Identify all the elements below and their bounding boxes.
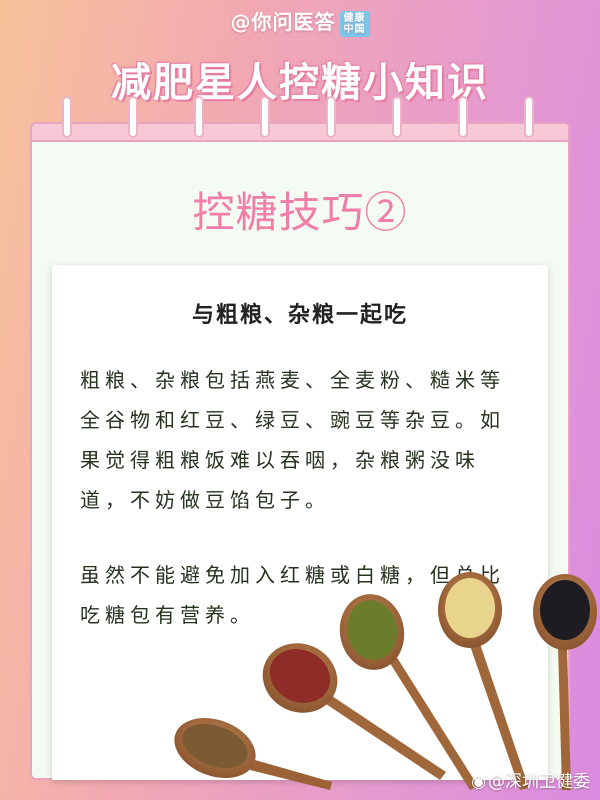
binder-ring bbox=[62, 96, 72, 138]
banner-title: 减肥星人控糖小知识 bbox=[111, 60, 489, 106]
health-china-badge: 健康中国 bbox=[339, 10, 370, 37]
source-credit: ◉ @深圳卫健委 bbox=[471, 767, 590, 792]
binder-ring bbox=[392, 96, 402, 138]
binder-ring bbox=[194, 96, 204, 138]
watermark-text: @你问医答 bbox=[230, 10, 336, 34]
section-subtitle: 控糖技巧② bbox=[192, 188, 408, 237]
weibo-icon: ◉ bbox=[471, 772, 486, 792]
content-card: 与粗粮、杂粮一起吃 粗粮、杂粮包括燕麦、全麦粉、糙米等全谷物和红豆、绿豆、豌豆等… bbox=[52, 265, 548, 780]
credit-text: @深圳卫健委 bbox=[488, 772, 590, 792]
binder-ring bbox=[326, 96, 336, 138]
binder-ring bbox=[524, 96, 534, 138]
binder-ring bbox=[458, 96, 468, 138]
watermark: @你问医答 健康中国 bbox=[0, 6, 600, 37]
binder-ring bbox=[128, 96, 138, 138]
paragraph-grains: 粗粮、杂粮包括燕麦、全麦粉、糙米等全谷物和红豆、绿豆、豌豆等杂豆。如果觉得粗粮饭… bbox=[80, 368, 505, 512]
notepad-header bbox=[32, 124, 568, 142]
paragraph-sugar: 虽然不能避免加入红糖或白糖，但总比吃糖包有营养。 bbox=[80, 563, 505, 627]
card-heading: 与粗粮、杂粮一起吃 bbox=[191, 302, 408, 328]
binder-ring bbox=[260, 96, 270, 138]
